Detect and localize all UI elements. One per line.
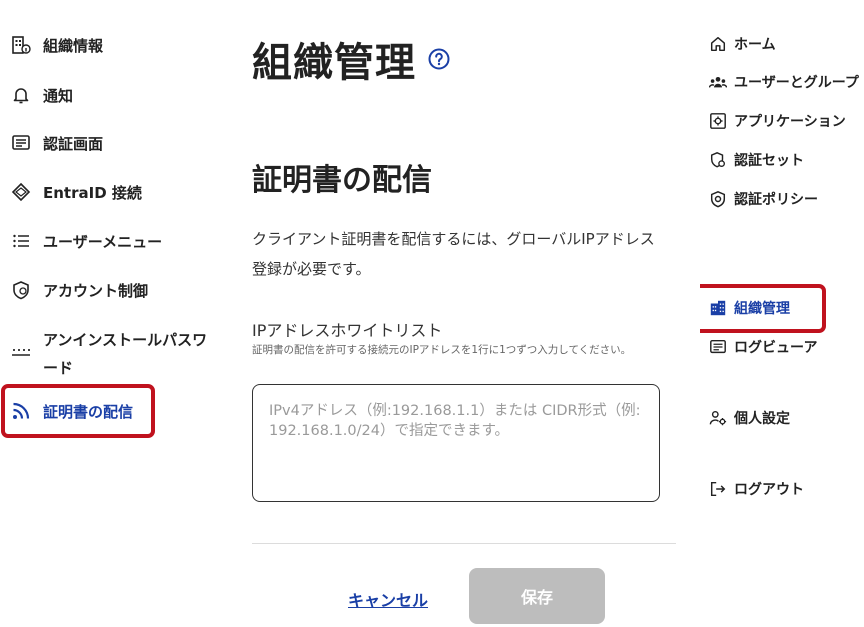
menu-list-icon <box>8 230 34 252</box>
page-title-text: 組織管理 <box>252 40 416 86</box>
nav-item-log-viewer[interactable]: ログビューア <box>708 337 817 357</box>
main-content: 組織管理 証明書の配信 クライアント証明書を配信するには、グローバルIPアドレス… <box>252 0 676 627</box>
nav-item-label: ホーム <box>734 37 776 53</box>
nav-item-account-control[interactable]: アカウント制御 <box>8 279 148 301</box>
nav-item-label: EntraID 接続 <box>43 183 142 202</box>
nav-item-label: アプリケーション <box>734 114 846 130</box>
ip-whitelist-input[interactable] <box>252 384 660 502</box>
nav-item-uninstall-password[interactable]: アンインストールパスワード <box>8 326 213 382</box>
nav-item-organization[interactable]: 組織管理 <box>708 298 790 318</box>
screen-list-icon <box>8 132 34 154</box>
bell-icon <box>8 84 34 106</box>
nav-item-auth-screen[interactable]: 認証画面 <box>8 132 103 154</box>
nav-item-entraid[interactable]: EntraID 接続 <box>8 181 142 203</box>
nav-item-label: 通知 <box>43 86 74 105</box>
log-viewer-icon <box>708 337 728 357</box>
nav-item-label: 認証画面 <box>43 134 104 153</box>
ip-whitelist-hint: 証明書の配信を許可する接続元のIPアドレスを1行に1つずつ入力してください。 <box>252 344 632 356</box>
nav-item-auth-policy[interactable]: 認証ポリシー <box>708 189 818 209</box>
nav-item-label: 組織情報 <box>43 36 104 55</box>
nav-item-label: ログアウト <box>734 482 804 498</box>
nav-item-home[interactable]: ホーム <box>708 34 776 54</box>
divider <box>252 543 676 544</box>
entra-diamond-icon <box>8 181 34 203</box>
nav-item-label: ユーザーメニュー <box>43 232 163 251</box>
nav-item-user-menu[interactable]: ユーザーメニュー <box>8 230 162 252</box>
nav-item-applications[interactable]: アプリケーション <box>708 111 846 131</box>
right-sidebar: ホーム ユーザーとグループ アプリケーション 認証セット 認証ポリシー 組織管理 <box>700 0 864 627</box>
nav-item-label: ユーザーとグループ <box>734 75 859 91</box>
person-gear-icon <box>708 408 728 428</box>
logout-icon <box>708 479 728 499</box>
section-description: クライアント証明書を配信するには、グローバルIPアドレス登録が必要です。 <box>252 230 655 278</box>
home-icon <box>708 34 728 54</box>
nav-item-notifications[interactable]: 通知 <box>8 84 73 106</box>
nav-item-label: アカウント制御 <box>43 281 149 300</box>
nav-item-label: 認証ポリシー <box>734 192 818 208</box>
nav-item-label: 個人設定 <box>734 411 790 427</box>
nav-item-certificate-distribution[interactable]: 証明書の配信 <box>8 400 133 422</box>
nav-item-label: アンインストールパスワード <box>43 331 208 377</box>
building-info-icon <box>8 34 34 56</box>
page-title: 組織管理 <box>252 30 450 88</box>
nav-item-organization-info[interactable]: 組織情報 <box>8 34 103 56</box>
users-group-icon <box>708 72 728 92</box>
nav-item-label: 組織管理 <box>734 301 790 317</box>
nav-item-users-groups[interactable]: ユーザーとグループ <box>708 72 859 92</box>
save-button[interactable]: 保存 <box>469 568 605 624</box>
shield-user-icon <box>8 279 34 301</box>
app-gear-icon <box>708 111 728 131</box>
nav-item-label: 証明書の配信 <box>43 402 134 421</box>
shield-policy-icon <box>708 189 728 209</box>
rss-feed-icon <box>8 400 34 422</box>
nav-item-auth-sets[interactable]: 認証セット <box>708 150 804 170</box>
ip-whitelist-label: IPアドレスホワイトリスト <box>252 321 443 340</box>
password-dots-icon <box>8 342 34 364</box>
organization-icon <box>708 298 728 318</box>
nav-item-label: ログビューア <box>734 340 818 356</box>
section-title: 証明書の配信 <box>252 163 432 198</box>
nav-item-logout[interactable]: ログアウト <box>708 479 804 499</box>
nav-item-personal-settings[interactable]: 個人設定 <box>708 408 790 428</box>
help-icon[interactable] <box>428 48 450 70</box>
cancel-button[interactable]: キャンセル <box>348 587 428 611</box>
nav-item-label: 認証セット <box>734 153 804 169</box>
shield-gear-icon <box>708 150 728 170</box>
left-sidebar: 組織情報 通知 認証画面 EntraID 接続 ユーザーメニュー アカウント制御 <box>0 0 220 627</box>
